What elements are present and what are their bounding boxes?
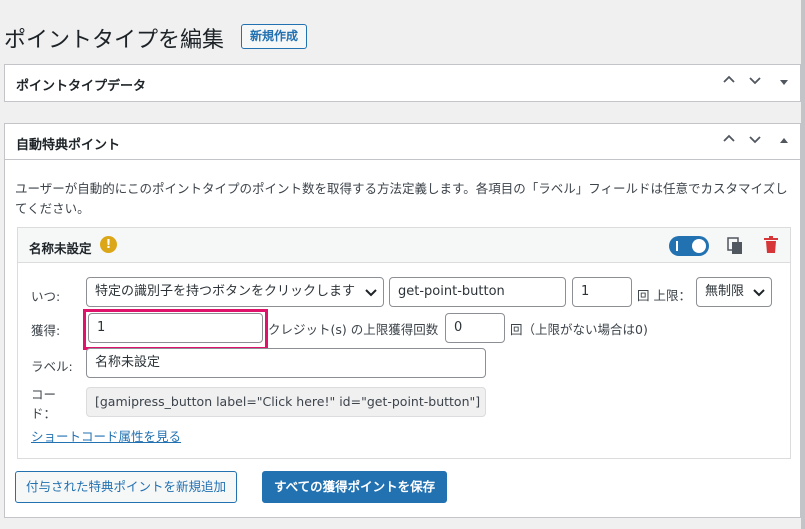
- times-input[interactable]: 1: [572, 277, 632, 307]
- toggle-panel-icon[interactable]: [774, 73, 794, 93]
- requirement-header[interactable]: 名称未設定 !: [18, 228, 790, 263]
- limit-label: 回 上限：: [637, 288, 691, 303]
- point-type-data-box: ポイントタイプデータ: [4, 64, 801, 102]
- toggle-knob: [692, 239, 706, 253]
- code-label-line2: ド：: [31, 406, 57, 421]
- max-earnings-suffix: 回（上限がない場合は0): [510, 322, 648, 337]
- status-toggle[interactable]: [669, 236, 709, 256]
- shortcode-value: [gamipress_button label="Click here!" id…: [95, 394, 481, 409]
- limit-select-value: 無制限: [705, 284, 745, 299]
- toggle-panel-icon[interactable]: [774, 132, 794, 152]
- chevron-down-icon: [365, 289, 377, 297]
- code-label-line1: コー: [31, 387, 57, 402]
- page-title: ポイントタイプを編集: [4, 28, 225, 53]
- warning-icon: !: [100, 236, 117, 253]
- duplicate-icon[interactable]: [727, 237, 743, 255]
- trigger-select[interactable]: 特定の識別子を持つボタンをクリックします: [86, 277, 384, 307]
- postbox-title: 自動特典ポイント: [16, 138, 121, 153]
- shortcode-attributes-link[interactable]: ショートコード属性を見る: [31, 426, 181, 445]
- label-label: ラベル:: [31, 359, 73, 374]
- postbox-title: ポイントタイプデータ: [16, 79, 147, 94]
- shortcode-field[interactable]: [gamipress_button label="Click here!" id…: [86, 387, 486, 417]
- earn-label: 獲得:: [31, 323, 61, 338]
- add-new-button[interactable]: 新規作成: [241, 24, 308, 49]
- delete-icon[interactable]: [763, 236, 779, 254]
- credits-limit-label: クレジット(s) の上限獲得回数: [268, 322, 439, 337]
- add-new-requirement-button[interactable]: 付与された特典ポイントを新規追加: [15, 471, 238, 503]
- move-up-icon[interactable]: [719, 132, 739, 152]
- move-down-icon[interactable]: [745, 73, 765, 93]
- highlight-box: [83, 309, 268, 350]
- postbox-header[interactable]: 自動特典ポイント: [5, 124, 800, 160]
- right-edge: [801, 0, 805, 529]
- toggle-on-mark: [676, 241, 678, 251]
- limit-select[interactable]: 無制限: [696, 277, 772, 307]
- times-value: 1: [581, 284, 590, 299]
- postbox-header[interactable]: ポイントタイプデータ: [5, 65, 800, 101]
- button-id-input[interactable]: get-point-button: [389, 277, 566, 307]
- when-label: いつ:: [31, 289, 61, 304]
- box-description: ユーザーが自動的にこのポイントタイプのポイント数を取得する方法定義します。各項目…: [15, 181, 788, 216]
- move-down-icon[interactable]: [745, 132, 765, 152]
- trigger-select-value: 特定の識別子を持つボタンをクリックします: [95, 284, 356, 299]
- button-id-value: get-point-button: [398, 284, 505, 299]
- max-earnings-value: 0: [454, 320, 463, 335]
- label-value: 名称未設定: [95, 355, 161, 370]
- move-up-icon[interactable]: [719, 73, 739, 93]
- chevron-down-icon: [753, 289, 765, 297]
- save-all-button[interactable]: すべての獲得ポイントを保存: [262, 471, 448, 503]
- requirement-title: 名称未設定: [29, 241, 92, 256]
- max-earnings-input[interactable]: 0: [445, 313, 505, 343]
- label-input[interactable]: 名称未設定: [86, 348, 486, 378]
